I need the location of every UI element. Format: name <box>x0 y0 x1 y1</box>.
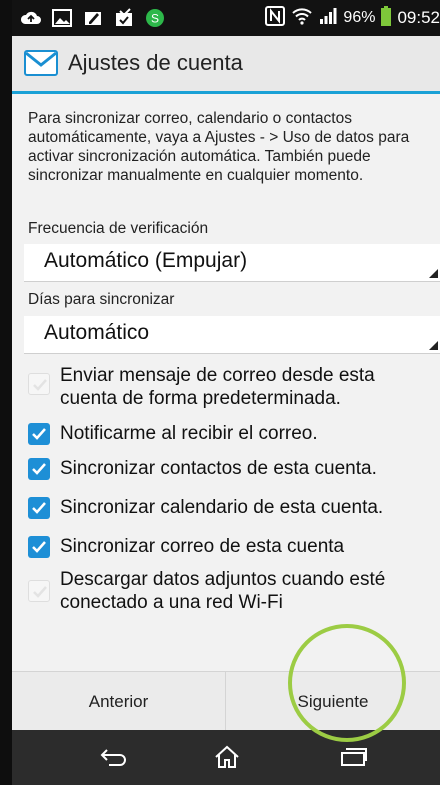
checkbox-icon <box>28 580 50 602</box>
next-button[interactable]: Siguiente <box>226 672 440 731</box>
checkbox-label: Sincronizar correo de esta cuenta <box>60 536 345 557</box>
navigation-bar <box>12 730 440 785</box>
image-icon <box>51 7 73 29</box>
checkbox-notify[interactable]: Notificarme al recibir el correo. <box>28 422 438 448</box>
sync-days-dropdown[interactable]: Automático <box>24 316 440 354</box>
status-bar: S 96% 09:52 <box>12 0 440 36</box>
recents-icon[interactable] <box>334 740 374 774</box>
checkbox-label: Descargar datos adjuntos cuando esté con… <box>60 569 386 613</box>
checkbox-label: Notificarme al recibir el correo. <box>60 423 318 444</box>
dropdown-arrow-icon <box>429 269 438 278</box>
page-title: Ajustes de cuenta <box>68 50 243 75</box>
signal-icon <box>319 7 337 30</box>
checkbox-checked-icon <box>28 497 50 519</box>
home-icon[interactable] <box>207 740 247 774</box>
wifi-icon <box>291 7 313 30</box>
cloud-icon <box>20 7 42 29</box>
checkbox-checked-icon <box>28 423 50 445</box>
checkbox-sync-calendar[interactable]: Sincronizar calendario de esta cuenta. <box>28 496 438 522</box>
checkbox-label: Sincronizar calendario de esta cuenta. <box>60 497 384 518</box>
dropdown-arrow-icon <box>429 341 438 350</box>
sync-days-label: Días para sincronizar <box>28 291 175 308</box>
status-right: 96% 09:52 <box>265 0 440 36</box>
device-frame <box>0 0 12 785</box>
checkbox-wifi-attachments[interactable]: Descargar datos adjuntos cuando esté con… <box>28 568 438 616</box>
app-green-icon: S <box>144 7 166 29</box>
account-settings-screen: S 96% 09:52 Ajustes de cuenta Para sincr… <box>12 0 440 785</box>
sync-info-text: Para sincronizar correo, calendario o co… <box>28 110 410 184</box>
previous-button[interactable]: Anterior <box>12 672 226 731</box>
checkbox-label: Sincronizar contactos de esta cuenta. <box>60 458 377 479</box>
notification-icons: S <box>20 7 166 29</box>
checkbox-sync-contacts[interactable]: Sincronizar contactos de esta cuenta. <box>28 457 438 483</box>
clock: 09:52 <box>397 8 440 27</box>
phone-screen: S 96% 09:52 Ajustes de cuenta Para sincr… <box>0 0 440 785</box>
action-bar: Ajustes de cuenta <box>12 36 440 94</box>
wizard-buttons: Anterior Siguiente <box>12 671 440 731</box>
checkbox-icon <box>28 373 50 395</box>
checkbox-checked-icon <box>28 458 50 480</box>
frequency-label: Frecuencia de verificación <box>28 220 209 237</box>
frequency-value: Automático (Empujar) <box>44 249 248 272</box>
battery-level: 96% <box>343 9 376 26</box>
checkbox-default-account[interactable]: Enviar mensaje de correo desde esta cuen… <box>28 364 438 412</box>
sync-days-value: Automático <box>44 321 150 344</box>
mail-icon <box>24 50 58 81</box>
checkbox-sync-mail[interactable]: Sincronizar correo de esta cuenta <box>28 535 438 561</box>
battery-icon <box>381 5 392 31</box>
checkbox-label: Enviar mensaje de correo desde esta cuen… <box>60 365 375 409</box>
inbox-check-icon <box>113 7 135 29</box>
pen-icon <box>82 7 104 29</box>
nfc-icon <box>265 5 286 31</box>
svg-text:S: S <box>151 12 159 26</box>
checkbox-checked-icon <box>28 536 50 558</box>
frequency-dropdown[interactable]: Automático (Empujar) <box>24 244 440 282</box>
back-icon[interactable] <box>94 740 134 774</box>
